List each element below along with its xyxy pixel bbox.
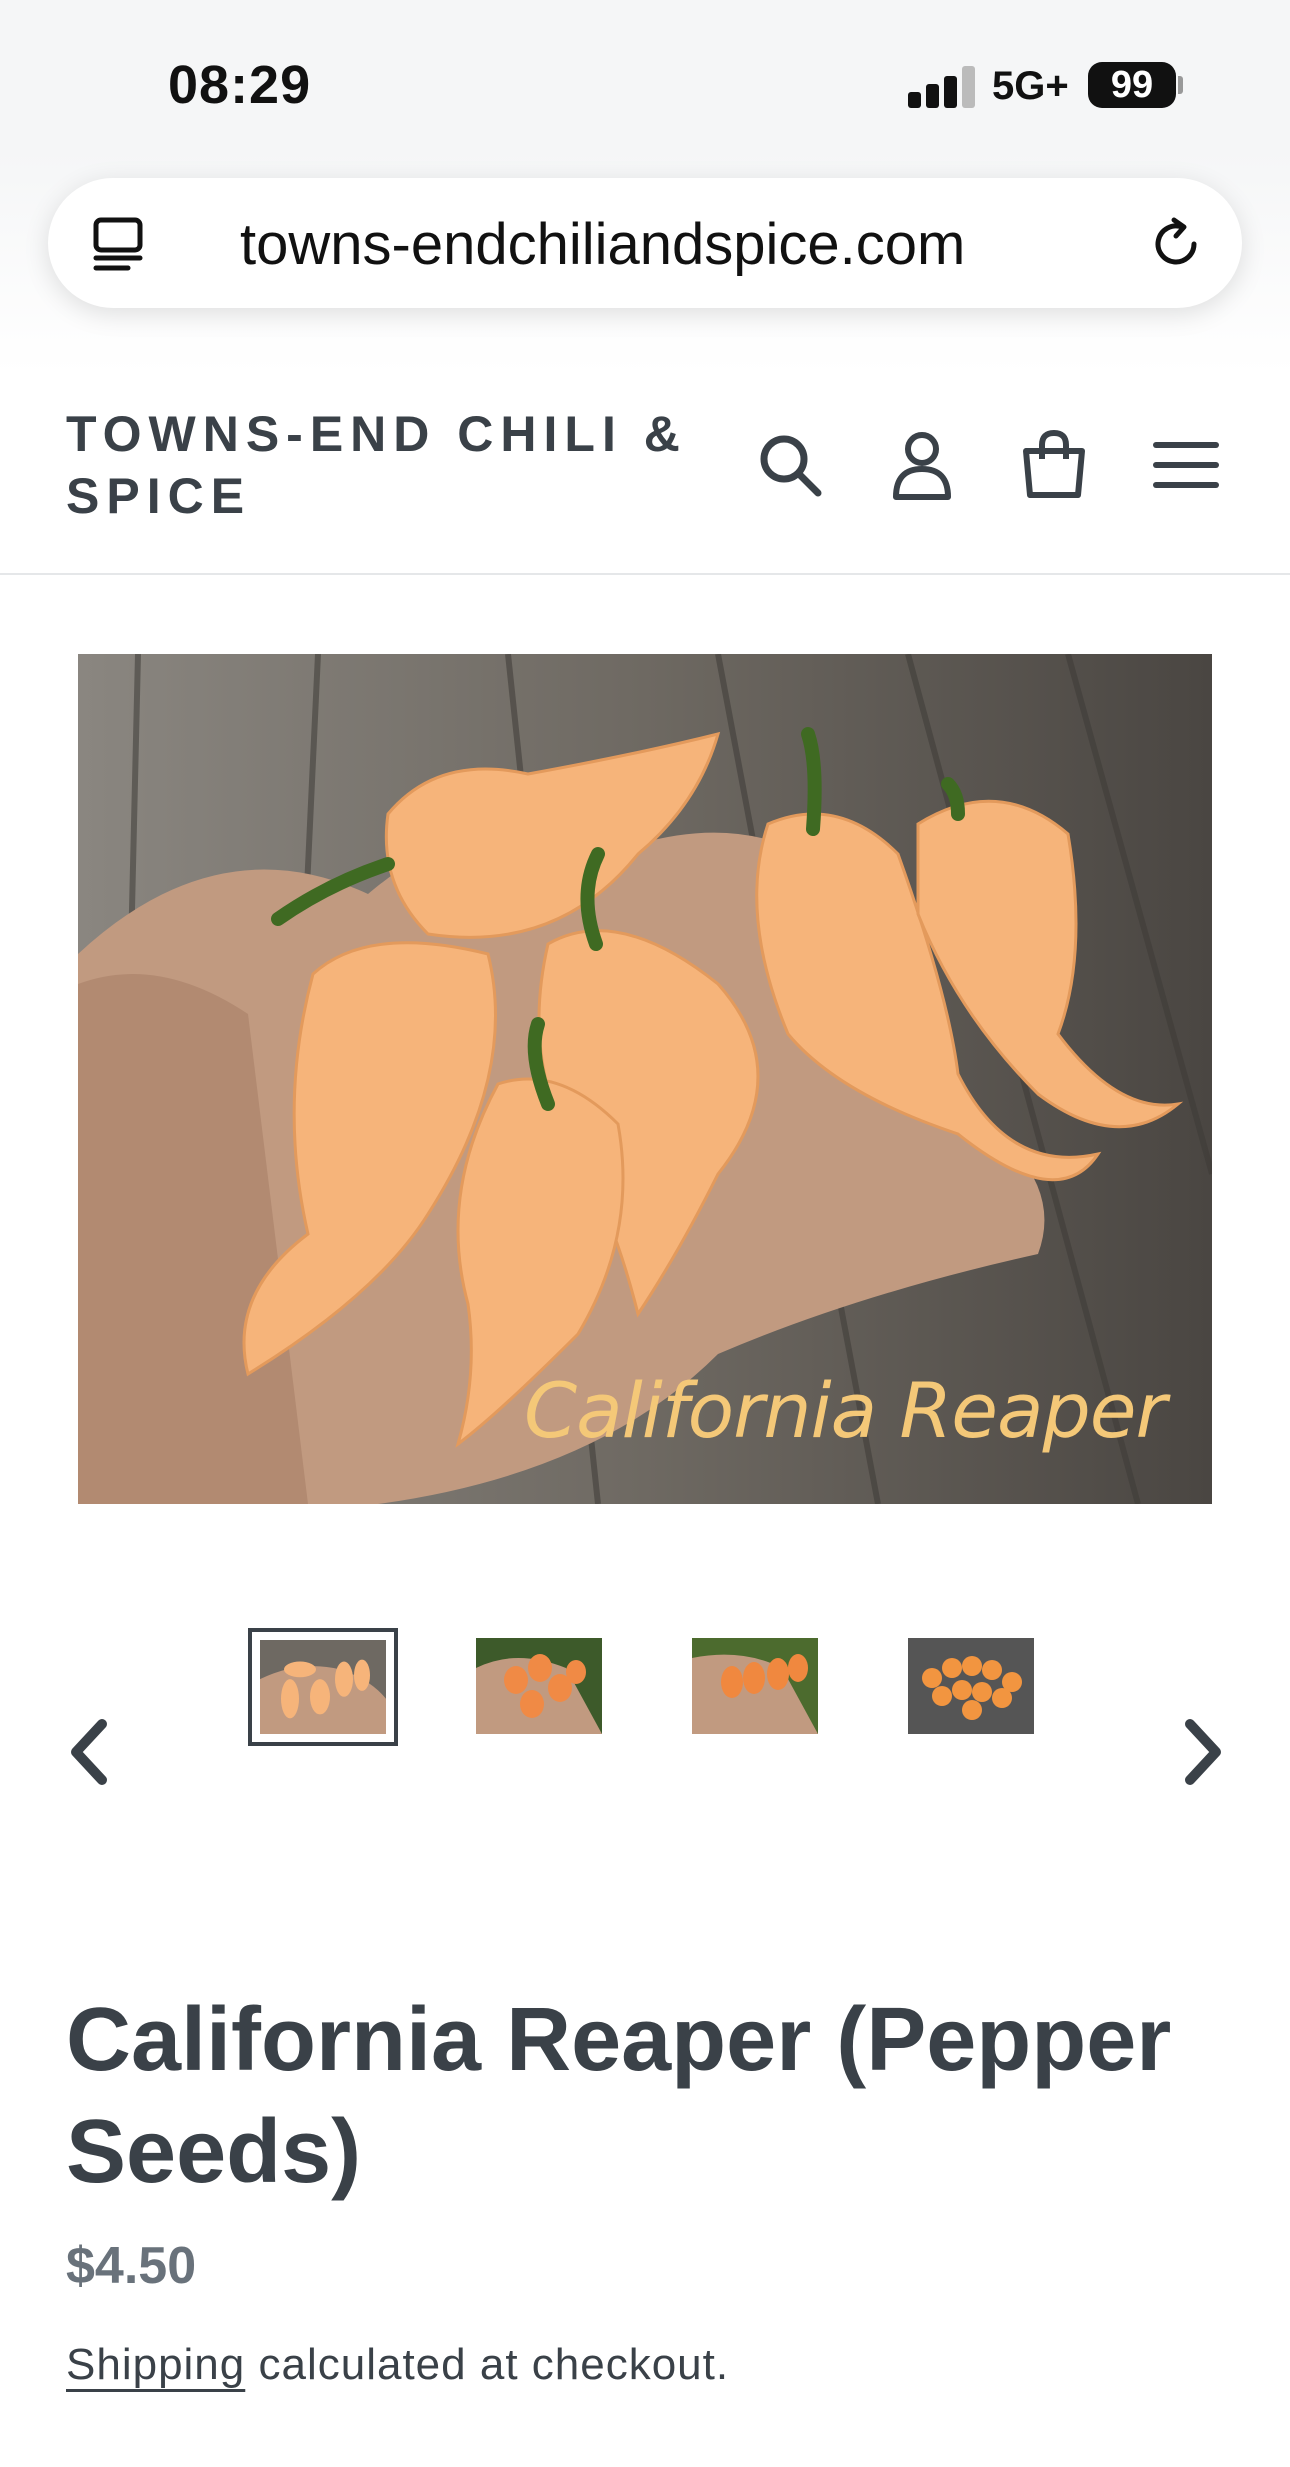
product-title: California Reaper (Pepper Seeds) bbox=[66, 1990, 1172, 2202]
site-logo[interactable]: TOWNS-END CHILI & SPICE bbox=[66, 403, 726, 527]
shipping-text: calculated at checkout. bbox=[245, 2340, 730, 2389]
reload-icon[interactable] bbox=[1146, 214, 1206, 274]
thumbnail-2[interactable] bbox=[476, 1638, 602, 1734]
chevron-right-icon[interactable] bbox=[1172, 1712, 1232, 1792]
battery-tip bbox=[1178, 76, 1183, 94]
cart-icon[interactable] bbox=[1016, 427, 1092, 503]
address-bar[interactable]: towns-endchiliandspice.com bbox=[48, 178, 1242, 308]
shipping-link[interactable]: Shipping bbox=[66, 2340, 245, 2389]
thumbnail-4[interactable] bbox=[908, 1638, 1034, 1734]
thumbnail-1[interactable] bbox=[248, 1628, 398, 1746]
thumbnail-strip bbox=[0, 1620, 1290, 1780]
product-price: $4.50 bbox=[66, 2237, 197, 2295]
status-time: 08:29 bbox=[168, 55, 312, 115]
network-label: 5G+ bbox=[992, 64, 1069, 108]
tabs-icon[interactable] bbox=[88, 214, 148, 274]
product-main-image[interactable]: California Reaper bbox=[78, 654, 1212, 1504]
signal-icon bbox=[908, 66, 976, 108]
battery-icon: 99 bbox=[1088, 62, 1176, 108]
url-text[interactable]: towns-endchiliandspice.com bbox=[240, 211, 965, 278]
site-header: TOWNS-END CHILI & SPICE bbox=[0, 375, 1290, 575]
menu-icon[interactable] bbox=[1148, 427, 1224, 503]
account-icon[interactable] bbox=[884, 427, 960, 503]
status-bar: 08:29 5G+ 99 bbox=[0, 0, 1290, 170]
shipping-note: Shipping calculated at checkout. bbox=[66, 2340, 729, 2390]
image-caption: California Reaper bbox=[524, 1366, 1167, 1455]
search-icon[interactable] bbox=[752, 427, 828, 503]
thumbnail-3[interactable] bbox=[692, 1638, 818, 1734]
